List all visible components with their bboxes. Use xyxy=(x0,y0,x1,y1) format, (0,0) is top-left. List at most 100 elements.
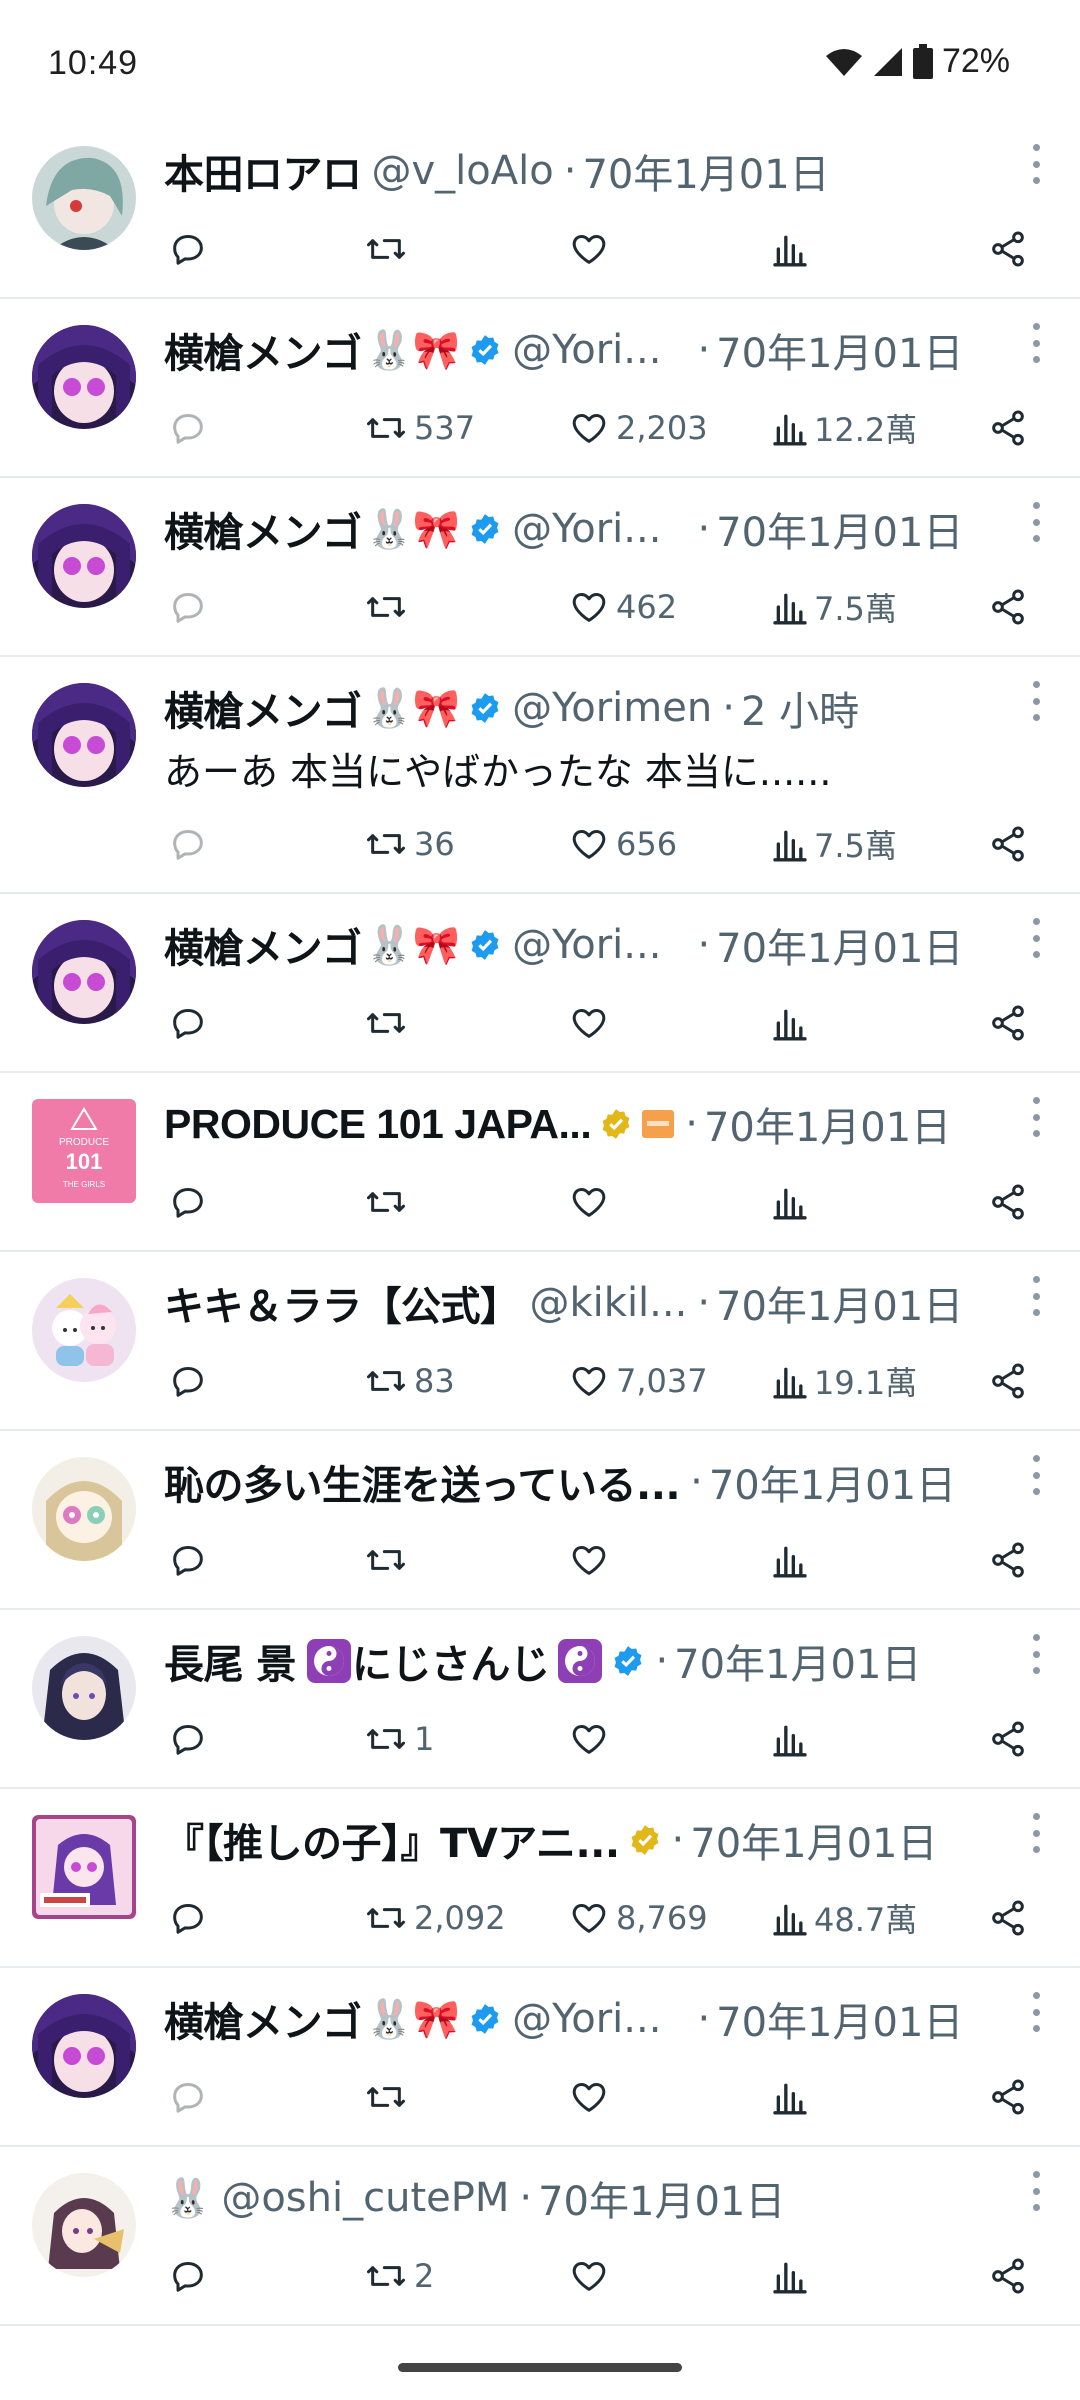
more-icon[interactable] xyxy=(1030,918,1042,958)
avatar[interactable] xyxy=(32,1457,136,1561)
timestamp[interactable]: 70年1月01日 xyxy=(582,142,829,200)
retweet-button[interactable]: 83 xyxy=(364,1351,455,1411)
share-button[interactable] xyxy=(988,2067,1028,2127)
more-icon[interactable] xyxy=(1030,1634,1042,1674)
views-button[interactable] xyxy=(772,993,814,1053)
more-icon[interactable] xyxy=(1030,1276,1042,1316)
retweet-button[interactable] xyxy=(364,577,414,637)
avatar[interactable]: PRODUCE 101 THE GIRLS xyxy=(32,1099,136,1203)
share-button[interactable] xyxy=(988,1351,1028,1411)
like-button[interactable] xyxy=(568,1709,616,1769)
like-button[interactable] xyxy=(568,219,616,279)
post-row[interactable]: 本田ロアロ @v_loAlo · 70年1月01日 xyxy=(0,120,1080,299)
reply-button[interactable] xyxy=(168,1172,208,1232)
retweet-button[interactable] xyxy=(364,1172,414,1232)
post-row[interactable]: PRODUCE 101 THE GIRLS PRODUCE 101 JAPA... … xyxy=(0,1073,1080,1252)
views-button[interactable] xyxy=(772,2246,814,2306)
display-name-org[interactable]: にじさんじ xyxy=(352,1632,550,1690)
share-button[interactable] xyxy=(988,398,1028,458)
display-name[interactable]: PRODUCE 101 JAPA... xyxy=(164,1101,592,1148)
views-button[interactable] xyxy=(772,1709,814,1769)
timestamp[interactable]: 70年1月01日 xyxy=(690,1811,937,1869)
like-button[interactable] xyxy=(568,2067,616,2127)
display-name[interactable]: 長尾 景 xyxy=(164,1632,296,1690)
retweet-button[interactable] xyxy=(364,2067,414,2127)
views-button[interactable] xyxy=(772,1530,814,1590)
avatar[interactable] xyxy=(32,325,136,429)
timestamp[interactable]: 70年1月01日 xyxy=(709,1453,956,1511)
post-row[interactable]: 横槍メンゴ 🐰🎀 @Yori... · 70年1月01日 462 7.5萬 xyxy=(0,478,1080,657)
display-name[interactable]: 横槍メンゴ xyxy=(164,916,362,974)
reply-button[interactable] xyxy=(168,1888,208,1948)
post-row[interactable]: キキ＆ララ【公式】 @kikil... · 70年1月01日 83 7,037 … xyxy=(0,1252,1080,1431)
retweet-button[interactable] xyxy=(364,993,414,1053)
post-row[interactable]: 🐰 @oshi_cutePM · 70年1月01日 2 xyxy=(0,2147,1080,2326)
post-row[interactable]: 恥の多い生涯を送っている... · 70年1月01日 xyxy=(0,1431,1080,1610)
handle[interactable]: @Yori... xyxy=(512,1996,661,2042)
retweet-button[interactable] xyxy=(364,219,414,279)
avatar[interactable] xyxy=(32,1815,136,1919)
like-button[interactable]: 2,203 xyxy=(568,398,708,458)
like-button[interactable]: 462 xyxy=(568,577,677,637)
avatar[interactable] xyxy=(32,2173,136,2277)
post-text[interactable]: あーあ 本当にやばかったな 本当に...... xyxy=(164,741,831,796)
post-row[interactable]: 横槍メンゴ 🐰🎀 @Yori... · 70年1月01日 xyxy=(0,1968,1080,2147)
display-name[interactable]: 恥の多い生涯を送っている... xyxy=(164,1453,681,1511)
timestamp[interactable]: 70年1月01日 xyxy=(704,1095,951,1153)
like-button[interactable]: 8,769 xyxy=(568,1888,708,1948)
display-name[interactable]: 本田ロアロ xyxy=(164,142,362,200)
avatar[interactable] xyxy=(32,683,136,787)
timestamp[interactable]: 2 小時 xyxy=(741,679,859,737)
post-row[interactable]: 横槍メンゴ 🐰🎀 @Yori... · 70年1月01日 537 2,203 1… xyxy=(0,299,1080,478)
views-button[interactable] xyxy=(772,1172,814,1232)
timestamp[interactable]: 70年1月01日 xyxy=(716,1990,963,2048)
display-name[interactable]: 横槍メンゴ xyxy=(164,679,362,737)
post-row[interactable]: 『【推しの子】』TVアニ... · 70年1月01日 2,092 8,769 4… xyxy=(0,1789,1080,1968)
display-name[interactable]: 横槍メンゴ xyxy=(164,321,362,379)
views-button[interactable] xyxy=(772,2067,814,2127)
reply-button[interactable] xyxy=(168,2067,208,2127)
more-icon[interactable] xyxy=(1030,681,1042,721)
avatar[interactable] xyxy=(32,504,136,608)
timestamp[interactable]: 70年1月01日 xyxy=(716,916,963,974)
views-button[interactable]: 7.5萬 xyxy=(772,814,897,874)
views-button[interactable]: 48.7萬 xyxy=(772,1888,917,1948)
reply-button[interactable] xyxy=(168,1709,208,1769)
more-icon[interactable] xyxy=(1030,2171,1042,2211)
share-button[interactable] xyxy=(988,577,1028,637)
more-icon[interactable] xyxy=(1030,502,1042,542)
reply-button[interactable] xyxy=(168,993,208,1053)
handle[interactable]: @oshi_cutePM xyxy=(221,2175,509,2221)
views-button[interactable] xyxy=(772,219,814,279)
like-button[interactable]: 7,037 xyxy=(568,1351,708,1411)
views-button[interactable]: 12.2萬 xyxy=(772,398,917,458)
retweet-button[interactable] xyxy=(364,1530,414,1590)
display-name[interactable]: 『【推しの子】』TVアニ... xyxy=(164,1811,620,1869)
views-button[interactable]: 7.5萬 xyxy=(772,577,897,637)
handle[interactable]: @kikil... xyxy=(530,1280,688,1326)
display-name[interactable]: 横槍メンゴ xyxy=(164,1990,362,2048)
avatar[interactable] xyxy=(32,1994,136,2098)
more-icon[interactable] xyxy=(1030,1813,1042,1853)
retweet-button[interactable]: 1 xyxy=(364,1709,434,1769)
like-button[interactable] xyxy=(568,1172,616,1232)
share-button[interactable] xyxy=(988,993,1028,1053)
reply-button[interactable] xyxy=(168,2246,208,2306)
like-button[interactable] xyxy=(568,2246,616,2306)
handle[interactable]: @Yori... xyxy=(512,327,661,373)
more-icon[interactable] xyxy=(1030,1097,1042,1137)
timestamp[interactable]: 70年1月01日 xyxy=(716,321,963,379)
home-indicator[interactable] xyxy=(398,2363,682,2372)
reply-button[interactable] xyxy=(168,1351,208,1411)
timestamp[interactable]: 70年1月01日 xyxy=(716,500,963,558)
avatar[interactable] xyxy=(32,1278,136,1382)
more-icon[interactable] xyxy=(1030,1992,1042,2032)
views-button[interactable]: 19.1萬 xyxy=(772,1351,917,1411)
timestamp[interactable]: 70年1月01日 xyxy=(674,1632,921,1690)
avatar[interactable] xyxy=(32,146,136,250)
avatar[interactable] xyxy=(32,1636,136,1740)
post-row[interactable]: 横槍メンゴ 🐰🎀 @Yorimen · 2 小時 あーあ 本当にやばかったな 本… xyxy=(0,657,1080,894)
share-button[interactable] xyxy=(988,1888,1028,1948)
handle[interactable]: @Yori... xyxy=(512,922,661,968)
like-button[interactable] xyxy=(568,1530,616,1590)
